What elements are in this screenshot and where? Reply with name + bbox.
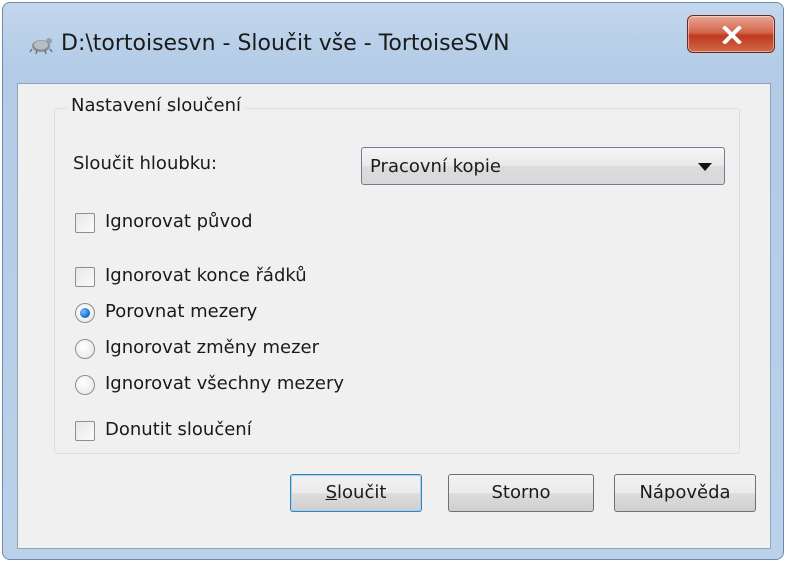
cancel-button[interactable]: Storno bbox=[448, 474, 594, 512]
ignore-all-whitespace-radio[interactable] bbox=[75, 375, 95, 395]
ignore-eol-label[interactable]: Ignorovat konce řádků bbox=[105, 265, 307, 286]
force-merge-label[interactable]: Donutit sloučení bbox=[105, 419, 252, 440]
close-icon bbox=[722, 26, 742, 44]
compare-whitespace-label[interactable]: Porovnat mezery bbox=[105, 301, 257, 322]
merge-mnemonic: S bbox=[325, 482, 338, 503]
force-merge-checkbox[interactable] bbox=[75, 421, 95, 441]
chevron-down-icon bbox=[698, 163, 712, 171]
window-title: D:\tortoisesvn - Sloučit vše - TortoiseS… bbox=[61, 31, 510, 56]
merge-options-group: Nastavení sloučení Sloučit hloubku: Prac… bbox=[54, 95, 740, 454]
merge-button[interactable]: Sloučit bbox=[290, 474, 422, 512]
ignore-whitespace-changes-radio[interactable] bbox=[75, 339, 95, 359]
compare-whitespace-radio[interactable] bbox=[75, 303, 95, 323]
merge-depth-label: Sloučit hloubku: bbox=[73, 153, 218, 174]
ignore-eol-checkbox[interactable] bbox=[75, 267, 95, 287]
tortoisesvn-app-icon bbox=[29, 38, 53, 55]
close-button[interactable] bbox=[687, 15, 775, 53]
dialog-body: Nastavení sloučení Sloučit hloubku: Prac… bbox=[17, 83, 771, 549]
ignore-all-whitespace-label[interactable]: Ignorovat všechny mezery bbox=[105, 373, 344, 394]
title-bar[interactable]: D:\tortoisesvn - Sloučit vše - TortoiseS… bbox=[3, 3, 783, 85]
ignore-ancestry-label[interactable]: Ignorovat původ bbox=[105, 211, 253, 232]
merge-all-dialog: D:\tortoisesvn - Sloučit vše - TortoiseS… bbox=[2, 2, 784, 560]
ignore-ancestry-checkbox[interactable] bbox=[75, 213, 95, 233]
merge-depth-select[interactable]: Pracovní kopie bbox=[361, 147, 725, 185]
group-title: Nastavení sloučení bbox=[67, 95, 245, 116]
ignore-whitespace-changes-label[interactable]: Ignorovat změny mezer bbox=[105, 337, 319, 358]
help-button[interactable]: Nápověda bbox=[614, 474, 756, 512]
merge-label: loučit bbox=[337, 482, 387, 503]
merge-depth-value: Pracovní kopie bbox=[370, 156, 501, 177]
